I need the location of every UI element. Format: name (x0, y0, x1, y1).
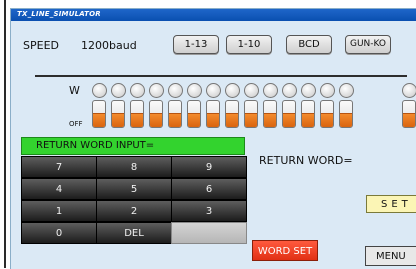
toggle-switch[interactable] (339, 100, 353, 128)
mode-button-1-10[interactable]: 1-10 (226, 35, 272, 54)
toggle-switch[interactable] (149, 100, 163, 128)
app-window: TX_LINE_SIMULATOR SPEED 1200baud 1-13 1-… (10, 8, 416, 269)
indicator-lamp (244, 83, 259, 98)
indicator-lamp (225, 83, 240, 98)
toggle-switch[interactable] (187, 100, 201, 128)
keypad-header: RETURN WORD INPUT= (21, 137, 245, 155)
indicator-lamp (301, 83, 316, 98)
switch-knob (188, 113, 200, 127)
off-label: OFF (69, 120, 83, 128)
toggle-switch[interactable] (206, 100, 220, 128)
speed-value: 1200baud (81, 39, 137, 52)
toggle-switch[interactable] (92, 100, 106, 128)
key-blank (171, 222, 247, 244)
key-del[interactable]: DEL (96, 222, 172, 244)
switch-knob (283, 113, 295, 127)
mode-button-bcd[interactable]: BCD (286, 35, 332, 54)
switch-knob (131, 113, 143, 127)
indicator-lamp (339, 83, 354, 98)
menu-button[interactable]: MENU (365, 246, 416, 266)
switch-knob (226, 113, 238, 127)
toggle-switch[interactable] (282, 100, 296, 128)
key-1[interactable]: 1 (21, 200, 97, 222)
key-6[interactable]: 6 (171, 178, 247, 200)
toggle-switch[interactable] (130, 100, 144, 128)
set-button[interactable]: SET (366, 195, 416, 213)
switch-knob (264, 113, 276, 127)
key-8[interactable]: 8 (96, 156, 172, 178)
indicator-lamp (187, 83, 202, 98)
separator-line (35, 75, 407, 77)
indicator-lamp (263, 83, 278, 98)
key-0[interactable]: 0 (21, 222, 97, 244)
toggle-switch[interactable] (225, 100, 239, 128)
return-word-label: RETURN WORD= (259, 154, 353, 167)
switch-knob (93, 113, 105, 127)
mode-button-1-13[interactable]: 1-13 (173, 35, 219, 54)
switch-knob (321, 113, 333, 127)
toggle-switch[interactable] (301, 100, 315, 128)
switch-knob (340, 113, 352, 127)
switch-knob (245, 113, 257, 127)
toggle-switch[interactable] (244, 100, 258, 128)
word-set-button[interactable]: WORD SET (252, 240, 318, 261)
key-7[interactable]: 7 (21, 156, 97, 178)
w-label: W (69, 84, 80, 97)
switch-knob (302, 113, 314, 127)
indicator-lamp (402, 83, 416, 98)
toggle-switch[interactable] (111, 100, 125, 128)
screen: TX_LINE_SIMULATOR SPEED 1200baud 1-13 1-… (0, 0, 416, 269)
speed-label: SPEED (23, 39, 59, 52)
key-9[interactable]: 9 (171, 156, 247, 178)
indicator-lamp (149, 83, 164, 98)
switch-knob (112, 113, 124, 127)
indicator-lamp (282, 83, 297, 98)
toggle-switch[interactable] (263, 100, 277, 128)
indicator-lamp (92, 83, 107, 98)
indicator-lamp (320, 83, 335, 98)
switch-knob (169, 113, 181, 127)
toggle-switch[interactable] (320, 100, 334, 128)
switch-knob (207, 113, 219, 127)
switch-knob (403, 113, 415, 127)
indicator-lamp (206, 83, 221, 98)
title-bar: TX_LINE_SIMULATOR (11, 9, 416, 21)
left-border (0, 0, 6, 268)
indicator-lamp (111, 83, 126, 98)
key-2[interactable]: 2 (96, 200, 172, 222)
window-title: TX_LINE_SIMULATOR (17, 10, 101, 18)
toggle-switch[interactable] (402, 100, 416, 128)
switch-knob (150, 113, 162, 127)
return-word-keypad: RETURN WORD INPUT= 7 8 9 4 5 6 1 2 3 0 D… (21, 137, 247, 269)
key-3[interactable]: 3 (171, 200, 247, 222)
mode-button-gun-ko[interactable]: GUN-KO (345, 35, 391, 54)
indicator-lamp (168, 83, 183, 98)
toggle-switch[interactable] (168, 100, 182, 128)
indicator-lamp (130, 83, 145, 98)
key-4[interactable]: 4 (21, 178, 97, 200)
key-5[interactable]: 5 (96, 178, 172, 200)
